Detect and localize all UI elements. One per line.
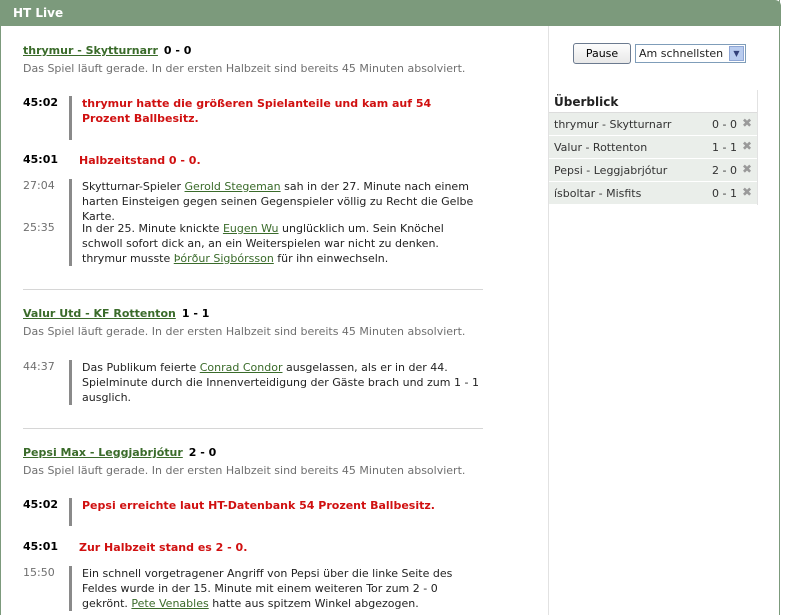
match-title: thrymur - Skytturnarr 0 - 0 — [23, 44, 191, 57]
overview-row[interactable]: thrymur - Skytturnarr 0 - 0 ✖ — [549, 113, 757, 136]
overview-match-name: ísboltar - Misfits — [554, 187, 642, 200]
event-item: 45:01 Zur Halbzeit stand es 2 - 0. — [23, 540, 483, 556]
event-time: 45:01 — [23, 153, 59, 166]
match-link[interactable]: thrymur - Skytturnarr — [23, 44, 158, 57]
event-time: 15:50 — [23, 566, 55, 579]
event-time: 45:02 — [23, 96, 59, 109]
overview-match-score: 0 - 0 — [712, 118, 737, 131]
event-text: Halbzeitstand 0 - 0. — [79, 154, 201, 167]
player-link[interactable]: Conrad Condor — [200, 361, 283, 374]
close-icon[interactable]: ✖ — [742, 162, 752, 176]
match-score: 1 - 1 — [181, 307, 210, 320]
match-separator — [23, 289, 483, 290]
event-item: 27:04 Skytturnar-Spieler Gerold Stegeman… — [23, 179, 483, 224]
match-status: Das Spiel läuft gerade. In der ersten Ha… — [23, 464, 466, 477]
overview-panel: Überblick thrymur - Skytturnarr 0 - 0 ✖ … — [549, 90, 758, 205]
window-title: HT Live — [1, 0, 781, 26]
match-status: Das Spiel läuft gerade. In der ersten Ha… — [23, 325, 466, 338]
match-separator — [23, 428, 483, 429]
event-text: Ein schnell vorgetragener Angriff von Pe… — [69, 566, 483, 611]
ht-live-window: HT Live thrymur - Skytturnarr 0 - 0 Das … — [0, 0, 781, 615]
event-time: 27:04 — [23, 179, 55, 192]
overview-row[interactable]: ísboltar - Misfits 0 - 1 ✖ — [549, 182, 757, 205]
match-title: Pepsi Max - Leggjabrjótur 2 - 0 — [23, 446, 216, 459]
match-score: 2 - 0 — [188, 446, 217, 459]
speed-select-value: Am schnellsten — [639, 47, 724, 60]
close-icon[interactable]: ✖ — [742, 116, 752, 130]
overview-match-score: 2 - 0 — [712, 164, 737, 177]
chevron-down-icon[interactable]: ▼ — [729, 46, 744, 61]
event-text: In der 25. Minute knickte Eugen Wu unglü… — [69, 221, 483, 266]
event-time: 45:02 — [23, 498, 59, 511]
event-text: Das Publikum feierte Conrad Condor ausge… — [69, 360, 483, 405]
overview-heading: Überblick — [549, 90, 757, 113]
match-link[interactable]: Pepsi Max - Leggjabrjótur — [23, 446, 183, 459]
event-text: thrymur hatte die größeren Spielanteile … — [69, 96, 469, 140]
event-text: Zur Halbzeit stand es 2 - 0. — [79, 541, 248, 554]
match-status: Das Spiel läuft gerade. In der ersten Ha… — [23, 62, 466, 75]
pause-button[interactable]: Pause — [573, 43, 631, 64]
event-item: 45:01 Halbzeitstand 0 - 0. — [23, 153, 483, 169]
speed-select[interactable]: Am schnellsten ▼ — [635, 44, 746, 63]
overview-match-score: 0 - 1 — [712, 187, 737, 200]
overview-row[interactable]: Valur - Rottenton 1 - 1 ✖ — [549, 136, 757, 159]
close-icon[interactable]: ✖ — [742, 139, 752, 153]
overview-match-score: 1 - 1 — [712, 141, 737, 154]
match-block: Valur Utd - KF Rottenton 1 - 1 Das Spiel… — [23, 307, 483, 338]
player-link[interactable]: Þórður Sigbórsson — [174, 252, 274, 265]
match-link[interactable]: Valur Utd - KF Rottenton — [23, 307, 176, 320]
match-block: Pepsi Max - Leggjabrjótur 2 - 0 Das Spie… — [23, 446, 483, 477]
match-block: thrymur - Skytturnarr 0 - 0 Das Spiel läu… — [23, 44, 483, 75]
match-score: 0 - 0 — [163, 44, 192, 57]
close-icon[interactable]: ✖ — [742, 185, 752, 199]
overview-match-name: Valur - Rottenton — [554, 141, 648, 154]
event-text: Pepsi erreichte laut HT-Datenbank 54 Pro… — [69, 498, 469, 526]
event-time: 25:35 — [23, 221, 55, 234]
player-link[interactable]: Eugen Wu — [223, 222, 279, 235]
overview-row[interactable]: Pepsi - Leggjabrjótur 2 - 0 ✖ — [549, 159, 757, 182]
event-time: 44:37 — [23, 360, 55, 373]
event-time: 45:01 — [23, 540, 59, 553]
player-link[interactable]: Pete Venables — [131, 597, 208, 610]
event-item: 44:37 Das Publikum feierte Conrad Condor… — [23, 360, 483, 406]
event-item: 25:35 In der 25. Minute knickte Eugen Wu… — [23, 221, 483, 267]
event-item: 15:50 Ein schnell vorgetragener Angriff … — [23, 566, 483, 612]
player-link[interactable]: Gerold Stegeman — [185, 180, 281, 193]
match-title: Valur Utd - KF Rottenton 1 - 1 — [23, 307, 209, 320]
live-feed: thrymur - Skytturnarr 0 - 0 Das Spiel läu… — [23, 26, 483, 615]
event-text: Skytturnar-Spieler Gerold Stegeman sah i… — [69, 179, 483, 224]
overview-match-name: thrymur - Skytturnarr — [554, 118, 672, 131]
event-item: 45:02 thrymur hatte die größeren Spielan… — [23, 96, 483, 142]
event-item: 45:02 Pepsi erreichte laut HT-Datenbank … — [23, 498, 483, 528]
overview-match-name: Pepsi - Leggjabrjótur — [554, 164, 668, 177]
